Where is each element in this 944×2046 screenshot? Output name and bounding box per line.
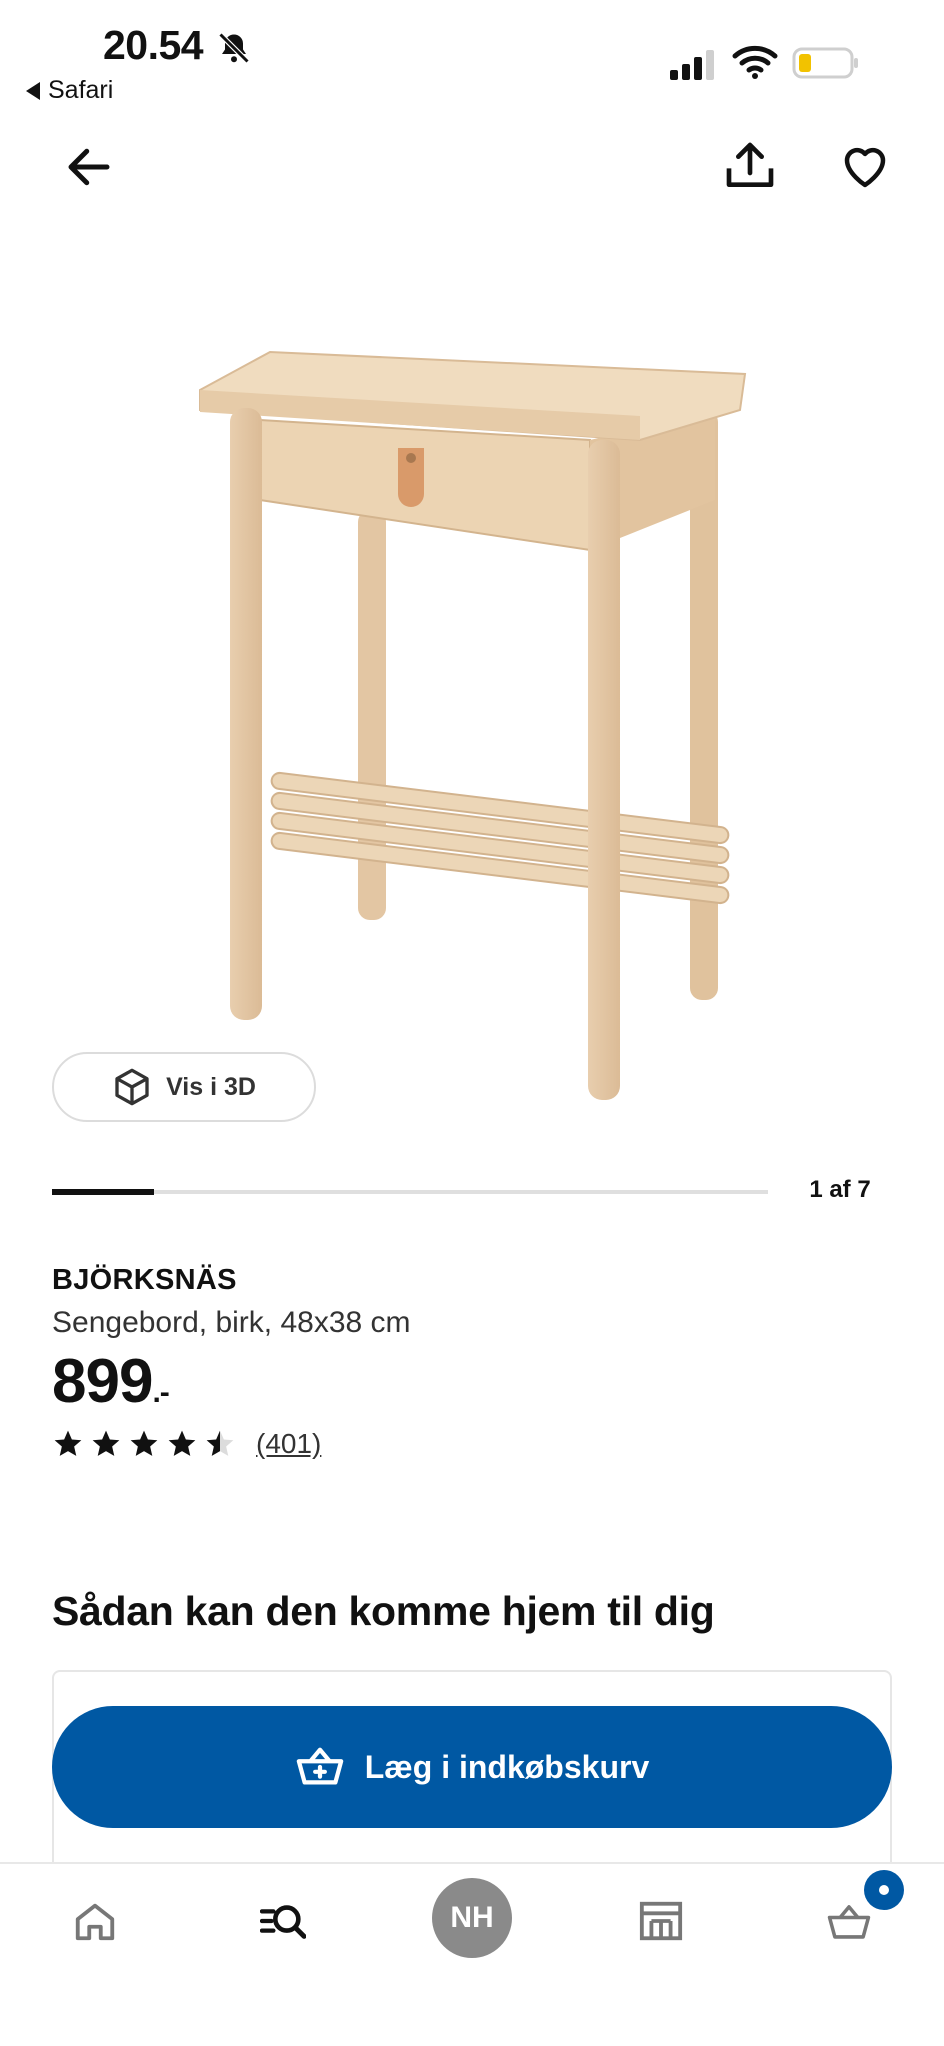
gallery-progress	[52, 1189, 768, 1195]
cart-badge	[864, 1870, 904, 1910]
back-app-label: Safari	[48, 76, 114, 104]
search-list-icon	[260, 1905, 306, 1939]
tab-profile[interactable]: NH	[432, 1878, 512, 1958]
gallery-progress-fill	[52, 1189, 155, 1195]
back-triangle-icon	[26, 81, 40, 100]
signal-icon	[670, 50, 714, 80]
battery-icon	[792, 47, 858, 79]
price-value: 899	[52, 1347, 153, 1416]
product-price: 899.-	[52, 1346, 170, 1417]
tab-search[interactable]	[248, 1886, 318, 1956]
back-to-safari[interactable]: Safari	[26, 76, 113, 105]
delivery-heading: Sådan kan den komme hjem til dig	[52, 1588, 715, 1634]
bottom-tab-bar: NH	[0, 1862, 944, 2046]
tab-stores[interactable]	[626, 1886, 696, 1956]
star-icon	[92, 1430, 120, 1456]
heart-icon[interactable]	[838, 140, 892, 194]
gallery-counter: 1 af 7	[809, 1176, 871, 1203]
add-to-cart-label: Læg i indkøbskurv	[364, 1748, 650, 1785]
tab-home[interactable]	[60, 1886, 130, 1956]
basket-icon	[827, 1905, 871, 1939]
cart-badge-dot	[879, 1885, 889, 1895]
profile-initials: NH	[450, 1901, 494, 1934]
view-in-3d-label: Vis i 3D	[166, 1072, 256, 1101]
back-arrow-icon[interactable]	[62, 140, 116, 194]
add-to-cart-button[interactable]: Læg i indkøbskurv	[52, 1706, 892, 1828]
view-in-3d-button[interactable]: Vis i 3D	[52, 1052, 316, 1122]
share-icon[interactable]	[722, 138, 778, 194]
price-suffix: .-	[152, 1376, 169, 1409]
status-time: 20.54	[103, 22, 204, 68]
store-icon	[639, 1901, 683, 1941]
product-image[interactable]	[160, 330, 770, 1110]
cube-icon	[115, 1068, 149, 1106]
star-icon	[130, 1430, 158, 1456]
review-count[interactable]: (401)	[256, 1428, 321, 1460]
product-rating[interactable]: (401)	[52, 1428, 321, 1460]
product-description: Sengebord, birk, 48x38 cm	[52, 1306, 411, 1339]
star-icon	[206, 1430, 234, 1456]
star-icon	[168, 1430, 196, 1456]
star-icon	[54, 1430, 82, 1456]
wifi-icon	[732, 45, 778, 79]
rating-stars	[52, 1428, 236, 1460]
home-icon	[75, 1903, 115, 1941]
product-name: BJÖRKSNÄS	[52, 1264, 237, 1296]
bell-slash-icon	[218, 32, 250, 64]
basket-plus-icon	[296, 1747, 344, 1785]
